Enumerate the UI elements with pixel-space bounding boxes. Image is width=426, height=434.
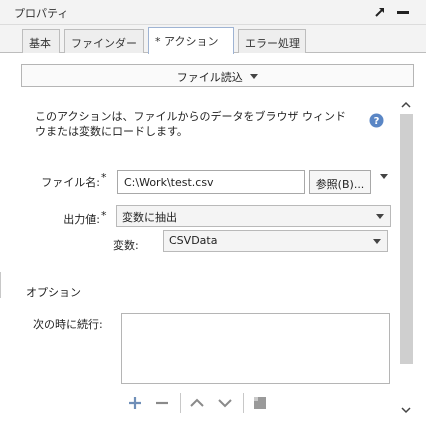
browse-button[interactable]: 参照(B)... bbox=[309, 170, 371, 194]
tab-action[interactable]: * アクション bbox=[148, 27, 234, 54]
scrollbar-thumb[interactable] bbox=[400, 114, 413, 364]
tab-basic-label: 基本 bbox=[29, 37, 51, 50]
toolbar-separator bbox=[180, 393, 181, 413]
minimize-icon[interactable] bbox=[397, 11, 409, 14]
variable-select-value: CSVData bbox=[169, 234, 218, 247]
tab-basic[interactable]: 基本 bbox=[22, 29, 60, 53]
continue-on-list[interactable] bbox=[121, 313, 390, 384]
output-select-value: 変数に抽出 bbox=[122, 211, 177, 224]
chevron-down-icon bbox=[376, 214, 384, 219]
action-description: このアクションは、ファイルからのデータをブラウザ ウィンドウまたは変数にロードし… bbox=[35, 110, 346, 138]
svg-text:?: ? bbox=[374, 116, 380, 127]
output-select[interactable]: 変数に抽出 bbox=[116, 205, 391, 227]
help-icon[interactable]: ? bbox=[369, 113, 384, 128]
scroll-up-icon[interactable] bbox=[400, 100, 412, 108]
output-required-mark: * bbox=[101, 209, 107, 222]
panel-title: プロパティ bbox=[14, 7, 69, 20]
undock-icon[interactable] bbox=[374, 6, 386, 18]
tab-finder[interactable]: ファインダー bbox=[64, 29, 144, 53]
tab-finder-label: ファインダー bbox=[71, 37, 137, 50]
variable-select[interactable]: CSVData bbox=[163, 230, 388, 252]
filename-required-mark: * bbox=[101, 171, 107, 184]
remove-icon[interactable] bbox=[153, 394, 171, 412]
scroll-down-icon[interactable] bbox=[400, 406, 412, 414]
properties-icon[interactable] bbox=[251, 394, 269, 412]
action-dropdown-value: ファイル読込 bbox=[22, 69, 413, 85]
toolbar-separator bbox=[243, 393, 244, 413]
tab-error-handling[interactable]: エラー処理 bbox=[238, 29, 306, 53]
filename-options-chevron-icon[interactable] bbox=[380, 174, 388, 179]
filename-label: ファイル名: bbox=[41, 176, 100, 189]
tab-error-handling-label: エラー処理 bbox=[245, 37, 300, 50]
add-icon[interactable] bbox=[126, 394, 144, 412]
continue-on-label: 次の時に続行: bbox=[33, 318, 103, 331]
chevron-down-icon bbox=[250, 74, 259, 79]
move-down-icon[interactable] bbox=[216, 394, 234, 412]
options-section-label: オプション bbox=[26, 286, 81, 299]
tab-action-label: * アクション bbox=[155, 35, 219, 48]
action-dropdown-label: ファイル読込 bbox=[176, 71, 243, 84]
filename-input[interactable]: C:\Work\test.csv bbox=[117, 170, 305, 194]
move-up-icon[interactable] bbox=[188, 394, 206, 412]
panel-titlebar: プロパティ bbox=[0, 0, 426, 25]
chevron-down-icon bbox=[373, 239, 381, 244]
tab-bar: 基本 ファインダー * アクション エラー処理 bbox=[0, 25, 426, 54]
variable-label: 変数: bbox=[113, 239, 139, 252]
action-dropdown[interactable]: ファイル読込 bbox=[21, 64, 414, 87]
output-label: 出力値: bbox=[63, 213, 100, 226]
left-edge-marker bbox=[0, 272, 3, 298]
